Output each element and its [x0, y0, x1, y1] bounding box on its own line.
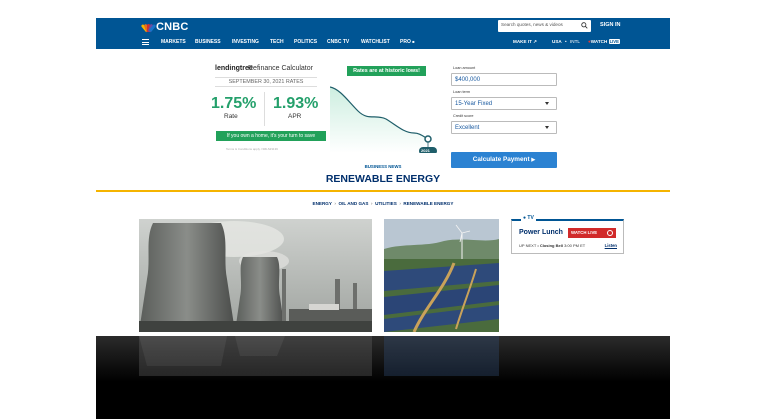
apr-value: 1.93%: [273, 95, 319, 112]
edition-usa[interactable]: USA: [552, 39, 562, 44]
cnbc-tv-widget: Power Lunch WATCH LIVE UP NEXT • Closing…: [511, 219, 624, 254]
credit-score-label: Credit score: [453, 114, 474, 118]
watch-live-button[interactable]: WATCH LIVE: [568, 228, 616, 238]
crumb-utilities[interactable]: UTILITIES: [375, 201, 397, 206]
marker-dot: [424, 135, 432, 143]
rate-value: 1.75%: [211, 95, 257, 112]
calculate-payment-label: Calculate Payment: [472, 156, 530, 163]
play-arrow-icon: ▶: [531, 157, 536, 163]
rate-divider: [264, 92, 265, 126]
nav-watchlist[interactable]: WATCHLIST: [361, 39, 390, 45]
loan-term-select[interactable]: 15-Year Fixed: [451, 97, 557, 110]
nav-markets[interactable]: MARKETS: [161, 39, 186, 45]
historic-lows-badge: Rates are at historic lows!: [347, 66, 426, 76]
lock-icon: ■: [412, 39, 415, 44]
listen-link[interactable]: Listen: [605, 243, 617, 248]
crumb-oil-and-gas[interactable]: OIL AND GAS: [339, 201, 369, 206]
section-divider: [96, 190, 670, 192]
credit-score-select[interactable]: Excellent: [451, 121, 557, 134]
peacock-icon: [140, 22, 157, 33]
loan-amount-label: Loan amount: [453, 66, 476, 70]
watch-live-label: WATCH LIVE: [571, 230, 598, 235]
credit-score-value: Excellent: [455, 125, 480, 131]
page: CNBC Search quotes, news & videos SIGN I…: [96, 18, 670, 419]
ad-fine-print: Terms & Conditions apply. NMLS#1136: [226, 147, 278, 151]
lead-story-image[interactable]: [139, 219, 372, 332]
watch-live-link[interactable]: ●WATCH LIVE: [588, 39, 620, 44]
nav-tech[interactable]: TECH: [270, 39, 284, 45]
loan-amount-field[interactable]: $400,000: [451, 73, 557, 86]
watch-label: WATCH: [590, 39, 608, 44]
rate-trend-chart: [330, 86, 437, 153]
external-link-icon: ↗: [533, 39, 538, 44]
page-title: RENEWABLE ENERGY: [325, 173, 441, 185]
ad-title: Refinance Calculator: [248, 65, 313, 72]
edition-separator: •: [565, 39, 567, 44]
make-it-link[interactable]: MAKE IT ↗: [513, 39, 537, 45]
crumb-renewable-energy[interactable]: RENEWABLE ENERGY: [403, 201, 453, 206]
nav-pro[interactable]: PRO ■: [400, 39, 415, 45]
image-reflection-overlay: [96, 336, 670, 419]
loan-term-value: 15-Year Fixed: [455, 101, 493, 107]
edition-intl[interactable]: INTL: [570, 39, 580, 44]
tv-badge-label: TV: [527, 215, 534, 221]
tv-show-title[interactable]: Power Lunch: [519, 229, 563, 236]
play-circle-icon: [607, 230, 613, 236]
up-next-label: UP NEXT: [519, 243, 537, 248]
make-it-label: MAKE IT: [513, 39, 532, 44]
loan-amount-value: $400,000: [455, 77, 481, 83]
crumb-separator: ›: [333, 201, 338, 206]
nav-pro-label: PRO: [400, 39, 411, 45]
site-header: CNBC Search quotes, news & videos SIGN I…: [96, 18, 670, 49]
sign-in-link[interactable]: SIGN IN: [600, 22, 620, 28]
up-next-text: UP NEXT • Closing Bell 3:00 PM ET: [519, 243, 586, 248]
up-next-time: 3:00 PM ET: [564, 243, 586, 248]
ad-rate-date: SEPTEMBER 30, 2021 RATES: [215, 77, 317, 87]
live-badge: LIVE: [608, 39, 620, 44]
peacock-icon: ●: [523, 215, 527, 221]
main-nav: MARKETS BUSINESS INVESTING TECH POLITICS…: [96, 38, 670, 48]
section-kicker[interactable]: BUSINESS NEWS: [96, 164, 670, 169]
apr-label: APR: [288, 113, 302, 120]
nav-investing[interactable]: INVESTING: [232, 39, 259, 45]
nav-politics[interactable]: POLITICS: [294, 39, 317, 45]
up-next-show: Closing Bell: [539, 243, 563, 248]
chevron-down-icon: [545, 126, 549, 129]
chart-marker-label: 2021: [421, 148, 430, 153]
crumb-separator: ›: [398, 201, 403, 206]
crumb-energy[interactable]: ENERGY: [313, 201, 332, 206]
breadcrumb: ENERGY › OIL AND GAS › UTILITIES › RENEW…: [96, 201, 670, 206]
lendingtree-ad[interactable]: lendingtree Refinance Calculator SEPTEMB…: [206, 61, 566, 168]
solar-farm-image[interactable]: [384, 219, 499, 332]
nav-business[interactable]: BUSINESS: [195, 39, 221, 45]
logo-text: CNBC: [156, 21, 189, 33]
loan-term-label: Loan term: [453, 90, 471, 94]
crumb-separator: ›: [369, 201, 374, 206]
own-home-button[interactable]: If you own a home, it's your turn to sav…: [216, 131, 326, 141]
search-input[interactable]: Search quotes, news & videos: [498, 20, 591, 32]
tv-badge: ● TV: [521, 215, 536, 221]
search-placeholder: Search quotes, news & videos: [501, 22, 563, 27]
search-icon[interactable]: [581, 22, 588, 29]
cnbc-logo[interactable]: CNBC: [140, 21, 189, 33]
menu-icon[interactable]: [142, 39, 149, 45]
chevron-down-icon: [545, 102, 549, 105]
nav-cnbc-tv[interactable]: CNBC TV: [327, 39, 349, 45]
rate-label: Rate: [224, 113, 238, 120]
